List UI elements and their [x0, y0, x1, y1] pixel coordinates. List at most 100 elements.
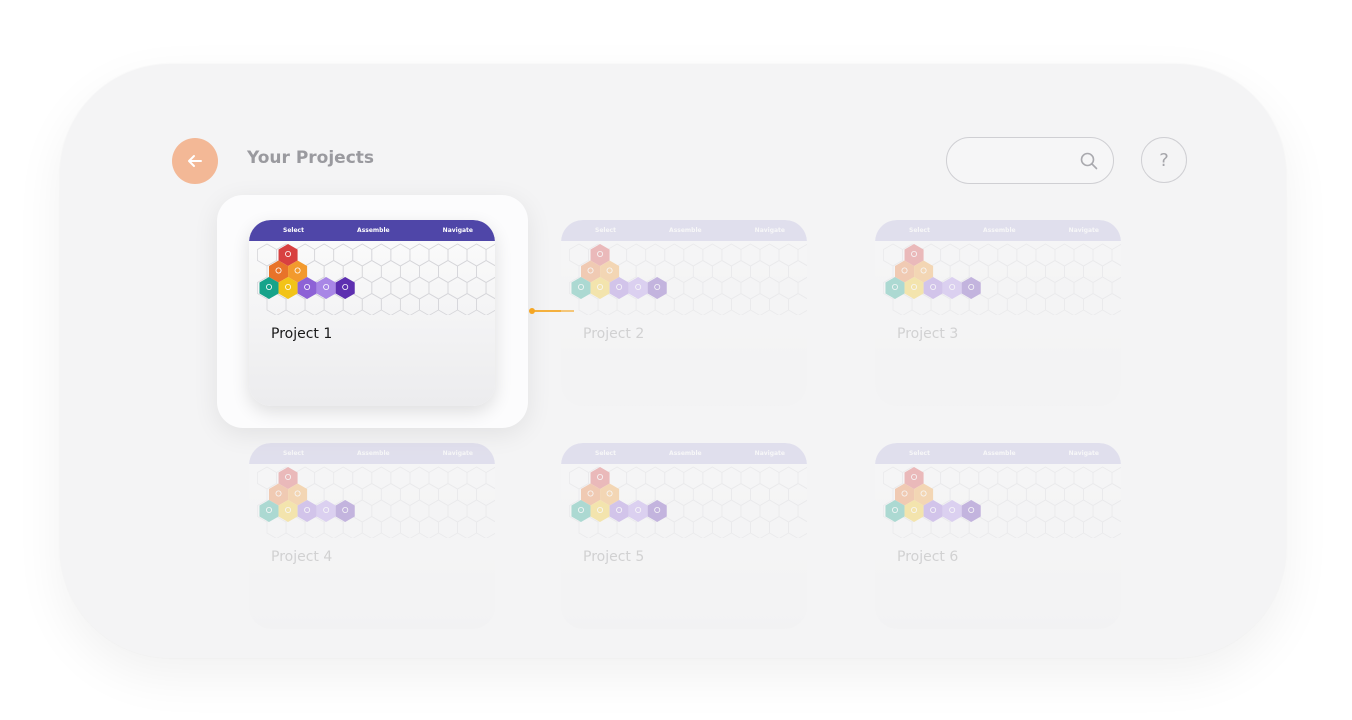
- project-card[interactable]: Select Assemble Navigate Project 3: [875, 220, 1121, 406]
- grid-hexagon: [1035, 243, 1056, 267]
- grid-hexagon: [361, 516, 382, 538]
- code-block-hexagon: [647, 277, 667, 299]
- thumbnail-tab-navigate: Navigate: [442, 450, 473, 457]
- grid-hexagon: [399, 293, 420, 315]
- grid-hexagon: [769, 516, 789, 538]
- project-card[interactable]: Select Assemble Navigate Project 4: [249, 443, 495, 629]
- help-label: ?: [1159, 149, 1169, 171]
- grid-hexagon: [399, 516, 420, 538]
- grid-hexagon: [361, 483, 382, 506]
- search-icon[interactable]: [1079, 151, 1099, 171]
- screen: Your Projects ? Select Assemble Navigate…: [0, 0, 1352, 720]
- grid-hexagon: [1054, 243, 1075, 267]
- grid-hexagon: [1045, 516, 1065, 538]
- grid-hexagon: [683, 243, 704, 267]
- grid-hexagon: [371, 276, 392, 300]
- grid-hexagon: [1092, 499, 1113, 523]
- grid-hexagon: [940, 466, 961, 490]
- grid-hexagon: [399, 483, 420, 506]
- grid-hexagon: [987, 516, 1008, 538]
- thumbnail-nav-bar: Select Assemble Navigate: [249, 443, 495, 464]
- grid-hexagon: [664, 466, 685, 490]
- grid-hexagon: [1092, 243, 1113, 267]
- grid-hexagon: [466, 243, 487, 267]
- grid-hexagon: [1064, 516, 1084, 538]
- search-box[interactable]: [946, 137, 1114, 184]
- grid-hexagon: [457, 483, 477, 506]
- thumbnail-tab-select: Select: [595, 450, 616, 457]
- grid-hexagon: [1073, 243, 1094, 267]
- grid-hexagon: [1073, 276, 1094, 300]
- grid-hexagon: [740, 499, 761, 523]
- grid-hexagon: [399, 260, 420, 283]
- grid-hexagon: [1083, 260, 1103, 283]
- grid-hexagon: [750, 260, 770, 283]
- grid-hexagon: [1016, 499, 1037, 523]
- grid-hexagon: [371, 466, 392, 490]
- grid-hexagon: [438, 260, 458, 283]
- hexagon-grid-thumbnail: [883, 466, 1121, 538]
- grid-hexagon: [1073, 466, 1094, 490]
- grid-hexagon: [702, 499, 723, 523]
- grid-hexagon: [702, 243, 723, 267]
- grid-hexagon: [1016, 466, 1037, 490]
- code-block-hexagon: [628, 500, 648, 522]
- grid-hexagon: [769, 260, 789, 283]
- grid-hexagon: [683, 499, 704, 523]
- grid-hexagon: [352, 243, 373, 267]
- grid-hexagon: [476, 293, 495, 315]
- grid-hexagon: [645, 466, 666, 490]
- grid-hexagon: [438, 293, 458, 315]
- grid-hexagon: [1083, 293, 1103, 315]
- grid-hexagon: [380, 483, 401, 506]
- grid-hexagon: [390, 466, 411, 490]
- hexagon-grid-thumbnail: [257, 466, 495, 538]
- grid-hexagon: [371, 243, 392, 267]
- grid-hexagon: [750, 483, 770, 506]
- grid-hexagon: [626, 466, 647, 490]
- thumbnail-tab-navigate: Navigate: [1068, 450, 1099, 457]
- thumbnail-tab-assemble: Assemble: [357, 450, 390, 457]
- grid-hexagon: [1054, 466, 1075, 490]
- grid-hexagon: [683, 466, 704, 490]
- project-card[interactable]: Select Assemble Navigate Project 5: [561, 443, 807, 629]
- grid-hexagon: [1083, 516, 1103, 538]
- grid-hexagon: [314, 466, 335, 490]
- grid-hexagon: [447, 466, 468, 490]
- grid-hexagon: [1006, 483, 1027, 506]
- grid-hexagon: [721, 276, 742, 300]
- grid-hexagon: [731, 293, 751, 315]
- hexagon-grid-thumbnail: [883, 243, 1121, 315]
- grid-hexagon: [711, 260, 732, 283]
- grid-hexagon: [987, 293, 1008, 315]
- back-button[interactable]: [172, 138, 218, 184]
- grid-hexagon: [569, 466, 589, 490]
- grid-hexagon: [997, 499, 1018, 523]
- grid-hexagon: [1025, 260, 1046, 283]
- thumbnail-tab-assemble: Assemble: [669, 227, 702, 234]
- grid-hexagon: [1045, 483, 1065, 506]
- search-input[interactable]: [963, 150, 1077, 172]
- grid-hexagon: [750, 516, 770, 538]
- grid-hexagon: [997, 276, 1018, 300]
- grid-hexagon: [1016, 243, 1037, 267]
- code-block-hexagon: [961, 500, 981, 522]
- project-card[interactable]: Select Assemble Navigate Project 2: [561, 220, 807, 406]
- thumbnail-tab-select: Select: [595, 227, 616, 234]
- project-card[interactable]: Select Assemble Navigate Project 1: [249, 220, 495, 406]
- grid-hexagon: [1035, 466, 1056, 490]
- code-block-hexagon: [335, 277, 355, 299]
- grid-hexagon: [438, 483, 458, 506]
- grid-hexagon: [788, 516, 807, 538]
- help-button[interactable]: ?: [1141, 137, 1187, 183]
- project-name: Project 4: [271, 549, 333, 565]
- grid-hexagon: [731, 516, 751, 538]
- grid-hexagon: [997, 466, 1018, 490]
- grid-hexagon: [380, 516, 401, 538]
- grid-hexagon: [778, 276, 799, 300]
- grid-hexagon: [769, 293, 789, 315]
- grid-hexagon: [1102, 516, 1121, 538]
- project-card[interactable]: Select Assemble Navigate Project 6: [875, 443, 1121, 629]
- grid-hexagon: [740, 466, 761, 490]
- project-name: Project 6: [897, 549, 959, 565]
